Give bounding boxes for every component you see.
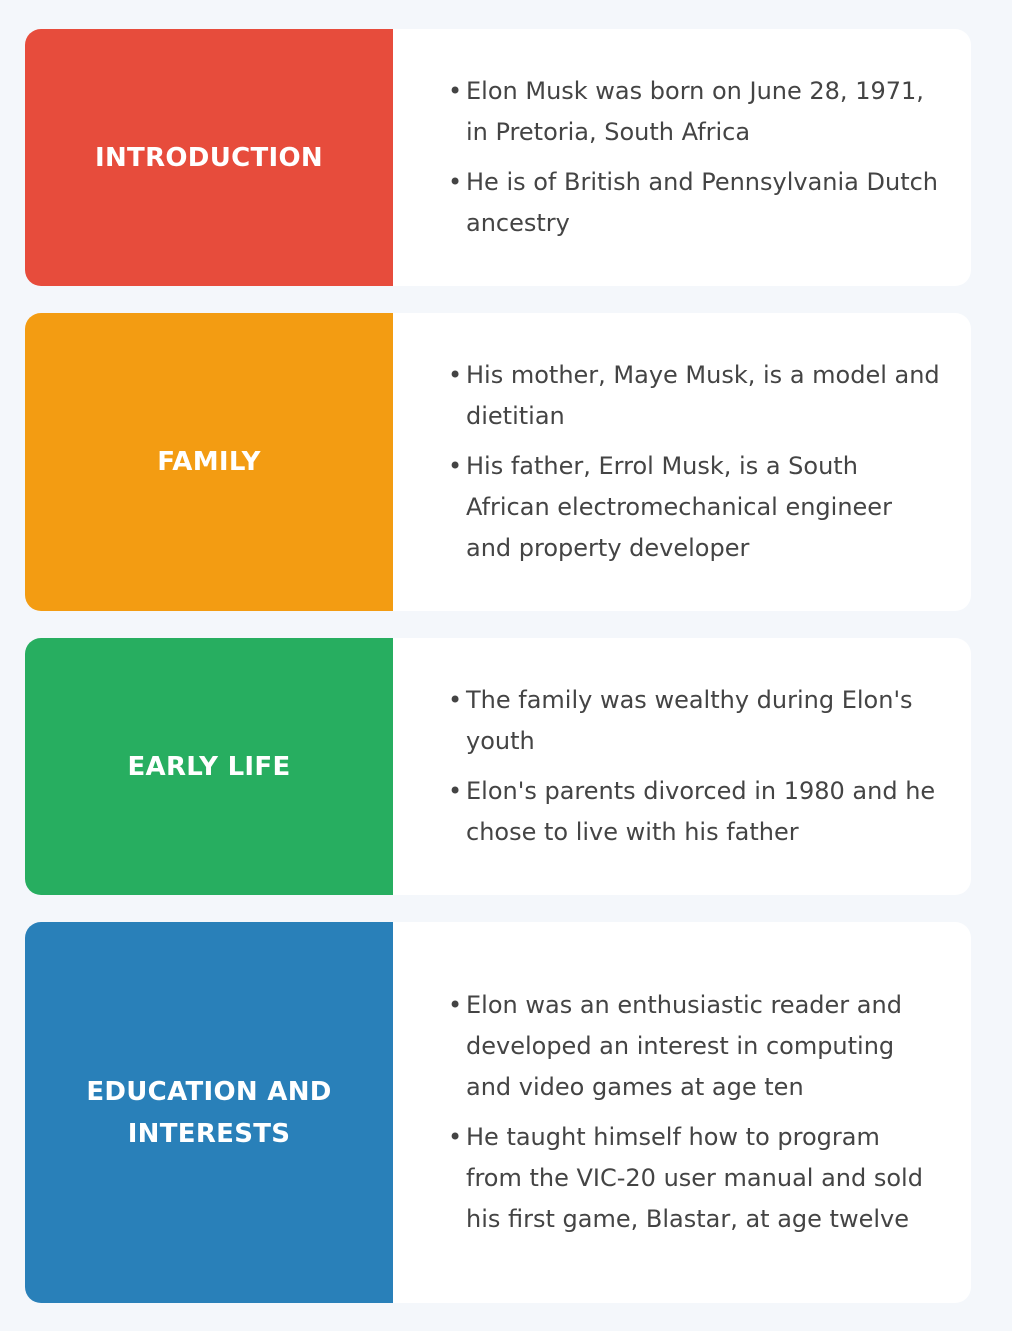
bullet-list: Elon was an enthusiastic reader and deve…: [448, 985, 941, 1240]
bullet-list: Elon Musk was born on June 28, 1971, in …: [448, 71, 941, 244]
section-label: EDUCATION AND INTERESTS: [25, 922, 393, 1303]
section-content: Elon Musk was born on June 28, 1971, in …: [393, 29, 971, 286]
section-title: INTRODUCTION: [95, 142, 323, 173]
bullet-item: The family was wealthy during Elon's you…: [448, 680, 941, 762]
section-label: EARLY LIFE: [25, 638, 393, 895]
section-content: His mother, Maye Musk, is a model and di…: [393, 313, 971, 611]
section-card-early-life: EARLY LIFE The family was wealthy during…: [25, 638, 971, 895]
bullet-list: His mother, Maye Musk, is a model and di…: [448, 355, 941, 569]
bullet-item: His father, Errol Musk, is a South Afric…: [448, 446, 941, 569]
section-title: EARLY LIFE: [127, 751, 291, 782]
section-title: FAMILY: [157, 447, 261, 477]
section-card-education-and-interests: EDUCATION AND INTERESTS Elon was an enth…: [25, 922, 971, 1303]
section-title: EDUCATION AND INTERESTS: [86, 1076, 332, 1149]
section-card-family: FAMILY His mother, Maye Musk, is a model…: [25, 313, 971, 611]
bullet-item: Elon was an enthusiastic reader and deve…: [448, 985, 941, 1108]
bullet-list: The family was wealthy during Elon's you…: [448, 680, 941, 853]
section-label: FAMILY: [25, 313, 393, 611]
bullet-item: Elon Musk was born on June 28, 1971, in …: [448, 71, 941, 153]
section-content: Elon was an enthusiastic reader and deve…: [393, 922, 971, 1303]
bullet-item: Elon's parents divorced in 1980 and he c…: [448, 771, 941, 853]
section-label: INTRODUCTION: [25, 29, 393, 286]
bullet-item: He is of British and Pennsylvania Dutch …: [448, 162, 941, 244]
bullet-item: He taught himself how to program from th…: [448, 1117, 941, 1240]
section-content: The family was wealthy during Elon's you…: [393, 638, 971, 895]
bullet-item: His mother, Maye Musk, is a model and di…: [448, 355, 941, 437]
section-card-introduction: INTRODUCTION Elon Musk was born on June …: [25, 29, 971, 286]
